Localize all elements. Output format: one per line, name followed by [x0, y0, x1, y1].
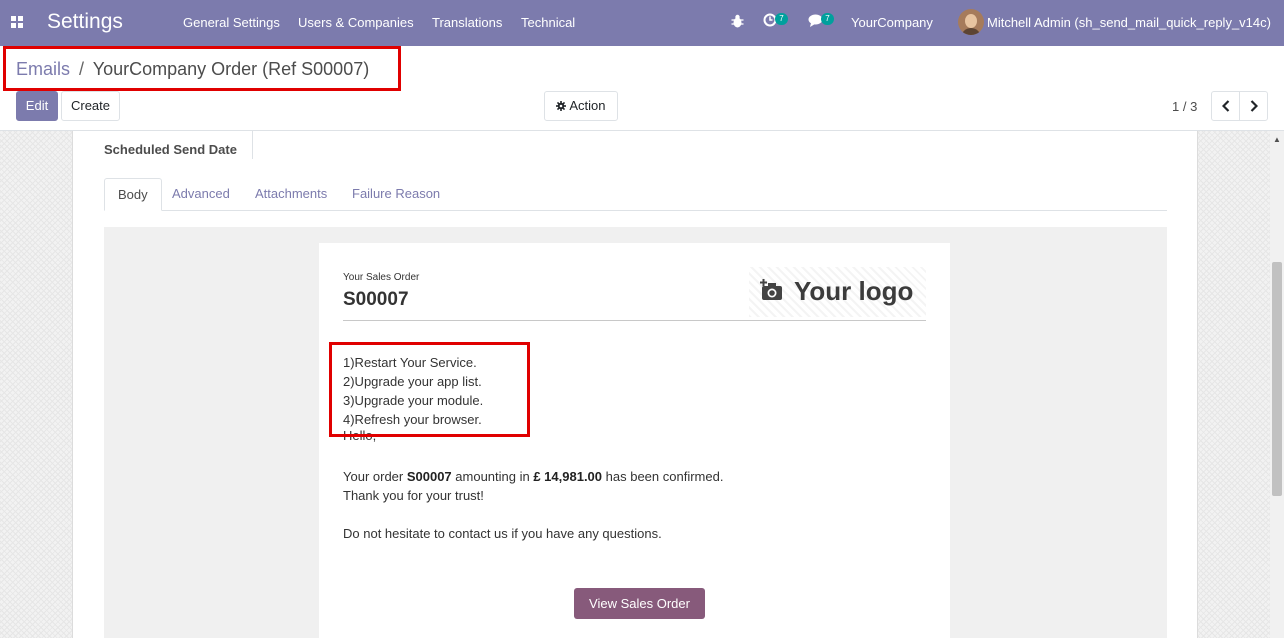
chevron-left-icon: [1221, 100, 1229, 112]
chevron-right-icon: [1250, 100, 1258, 112]
debug-bug-icon[interactable]: [731, 14, 744, 31]
logo-text: Your logo: [794, 276, 914, 306]
scroll-up-icon[interactable]: ▲: [1273, 135, 1281, 144]
tab-advanced[interactable]: Advanced: [159, 178, 243, 211]
avatar[interactable]: [958, 9, 984, 35]
menu-translations[interactable]: Translations: [432, 15, 502, 30]
company-logo: Your logo: [749, 267, 926, 317]
pager-previous-button[interactable]: [1211, 91, 1240, 121]
create-button[interactable]: Create: [61, 91, 120, 121]
email-order-number: S00007: [343, 289, 409, 310]
company-switcher[interactable]: YourCompany: [851, 15, 933, 30]
highlight-box-steps: [329, 342, 530, 437]
scrollbar[interactable]: ▲: [1270, 131, 1284, 638]
app-title[interactable]: Settings: [47, 10, 123, 34]
camera-add-icon: [760, 279, 782, 300]
email-header-small: Your Sales Order: [343, 272, 420, 283]
view-sales-order-button[interactable]: View Sales Order: [574, 588, 705, 619]
email-divider: [343, 320, 926, 321]
gear-icon: [556, 101, 567, 111]
scheduled-send-date-label: Scheduled Send Date: [104, 142, 237, 157]
form-sheet: Scheduled Send Date Body Advanced Attach…: [72, 131, 1198, 638]
activity-badge: 7: [775, 13, 788, 25]
contact-text: Do not hesitate to contact us if you hav…: [343, 526, 662, 541]
menu-general-settings[interactable]: General Settings: [183, 15, 280, 30]
pager-next-button[interactable]: [1239, 91, 1268, 121]
tab-body[interactable]: Body: [104, 178, 162, 211]
confirmation-text: Your order S00007 amounting in £ 14,981.…: [343, 469, 724, 484]
control-panel: Emails / YourCompany Order (Ref S00007) …: [0, 46, 1284, 131]
confirm-order-number: S00007: [406, 469, 452, 484]
action-button[interactable]: Action: [544, 91, 618, 121]
email-body-preview: Your Sales Order S00007 Your logo 1)Rest…: [104, 227, 1167, 638]
tab-attachments[interactable]: Attachments: [242, 178, 340, 211]
menu-users-companies[interactable]: Users & Companies: [298, 15, 414, 30]
messages-badge: 7: [821, 13, 834, 25]
thanks-text: Thank you for your trust!: [343, 488, 484, 503]
menu-technical[interactable]: Technical: [521, 15, 575, 30]
tab-failure-reason[interactable]: Failure Reason: [339, 178, 453, 211]
user-menu[interactable]: Mitchell Admin (sh_send_mail_quick_reply…: [987, 15, 1271, 30]
confirm-amount: £ 14,981.00: [533, 469, 603, 484]
email-card: Your Sales Order S00007 Your logo 1)Rest…: [319, 243, 950, 638]
edit-button[interactable]: Edit: [16, 91, 58, 121]
highlight-box-breadcrumb: [3, 46, 401, 91]
top-navbar: Settings General Settings Users & Compan…: [0, 0, 1284, 46]
scrollbar-thumb[interactable]: [1272, 262, 1282, 496]
action-label: Action: [569, 98, 606, 113]
apps-menu-icon[interactable]: [11, 16, 23, 28]
pager-value[interactable]: 1 / 3: [1172, 99, 1197, 114]
field-divider: [252, 131, 253, 159]
notebook-tabs: Body Advanced Attachments Failure Reason: [104, 178, 1167, 211]
